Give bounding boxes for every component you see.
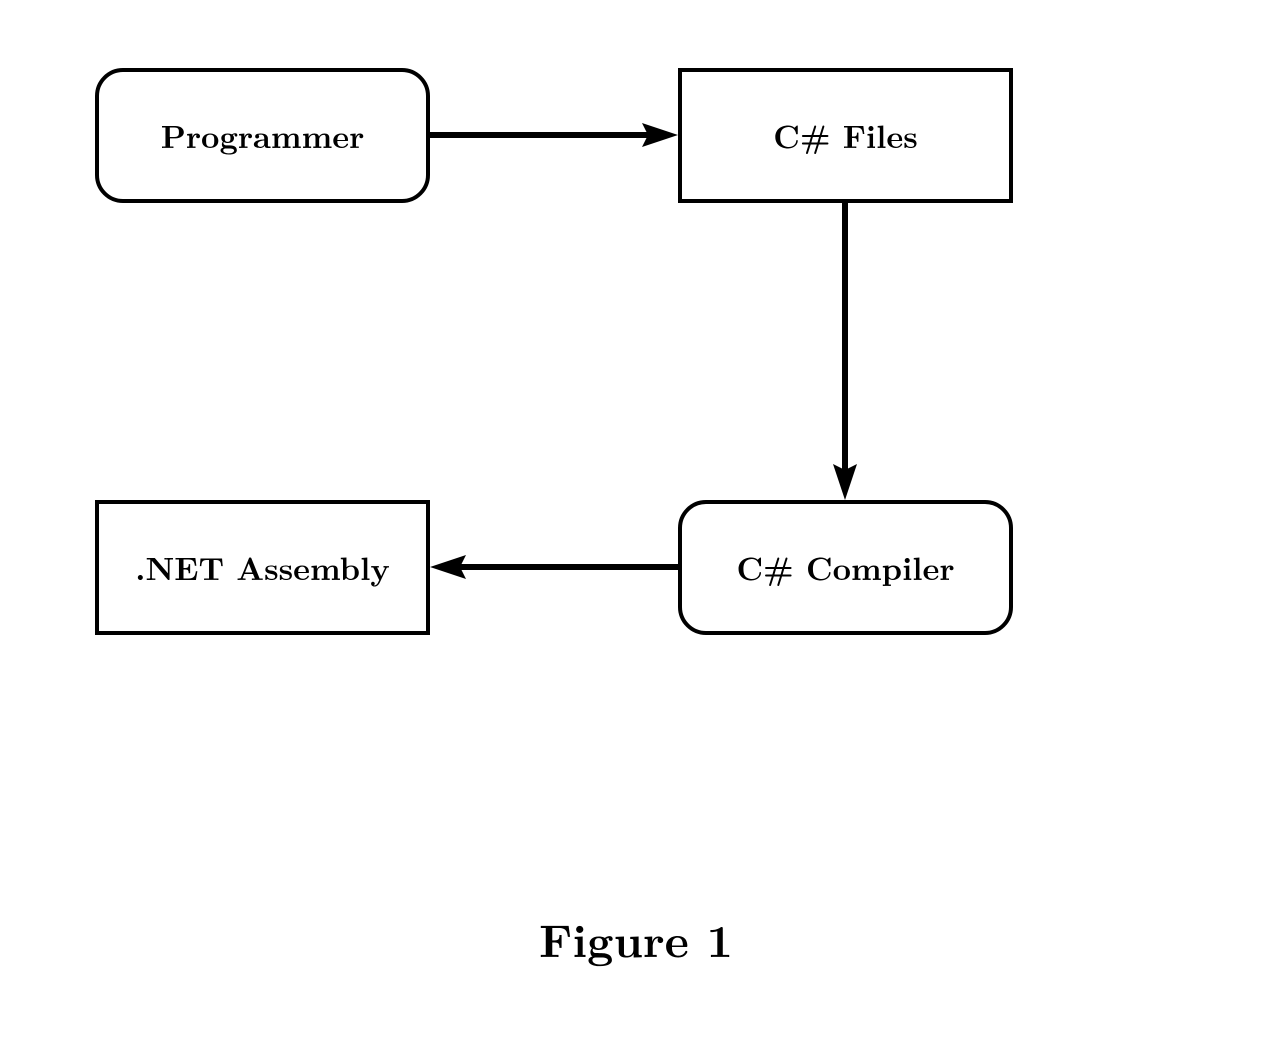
figure-caption: Figure 1 [0, 905, 1272, 971]
label-assembly: .NET Assembly [135, 545, 390, 590]
caption-text: Figure 1 [539, 905, 733, 971]
label-programmer: Programmer [161, 113, 365, 158]
arrow-programmer-csfiles [430, 120, 678, 150]
label-csfiles: C# Files [773, 113, 917, 158]
node-assembly: .NET Assembly [95, 500, 430, 635]
arrow-csfiles-compiler [830, 203, 860, 500]
node-programmer: Programmer [95, 68, 430, 203]
label-compiler: C# Compiler [736, 545, 954, 590]
arrow-compiler-assembly [430, 552, 678, 582]
node-compiler: C# Compiler [678, 500, 1013, 635]
node-csfiles: C# Files [678, 68, 1013, 203]
